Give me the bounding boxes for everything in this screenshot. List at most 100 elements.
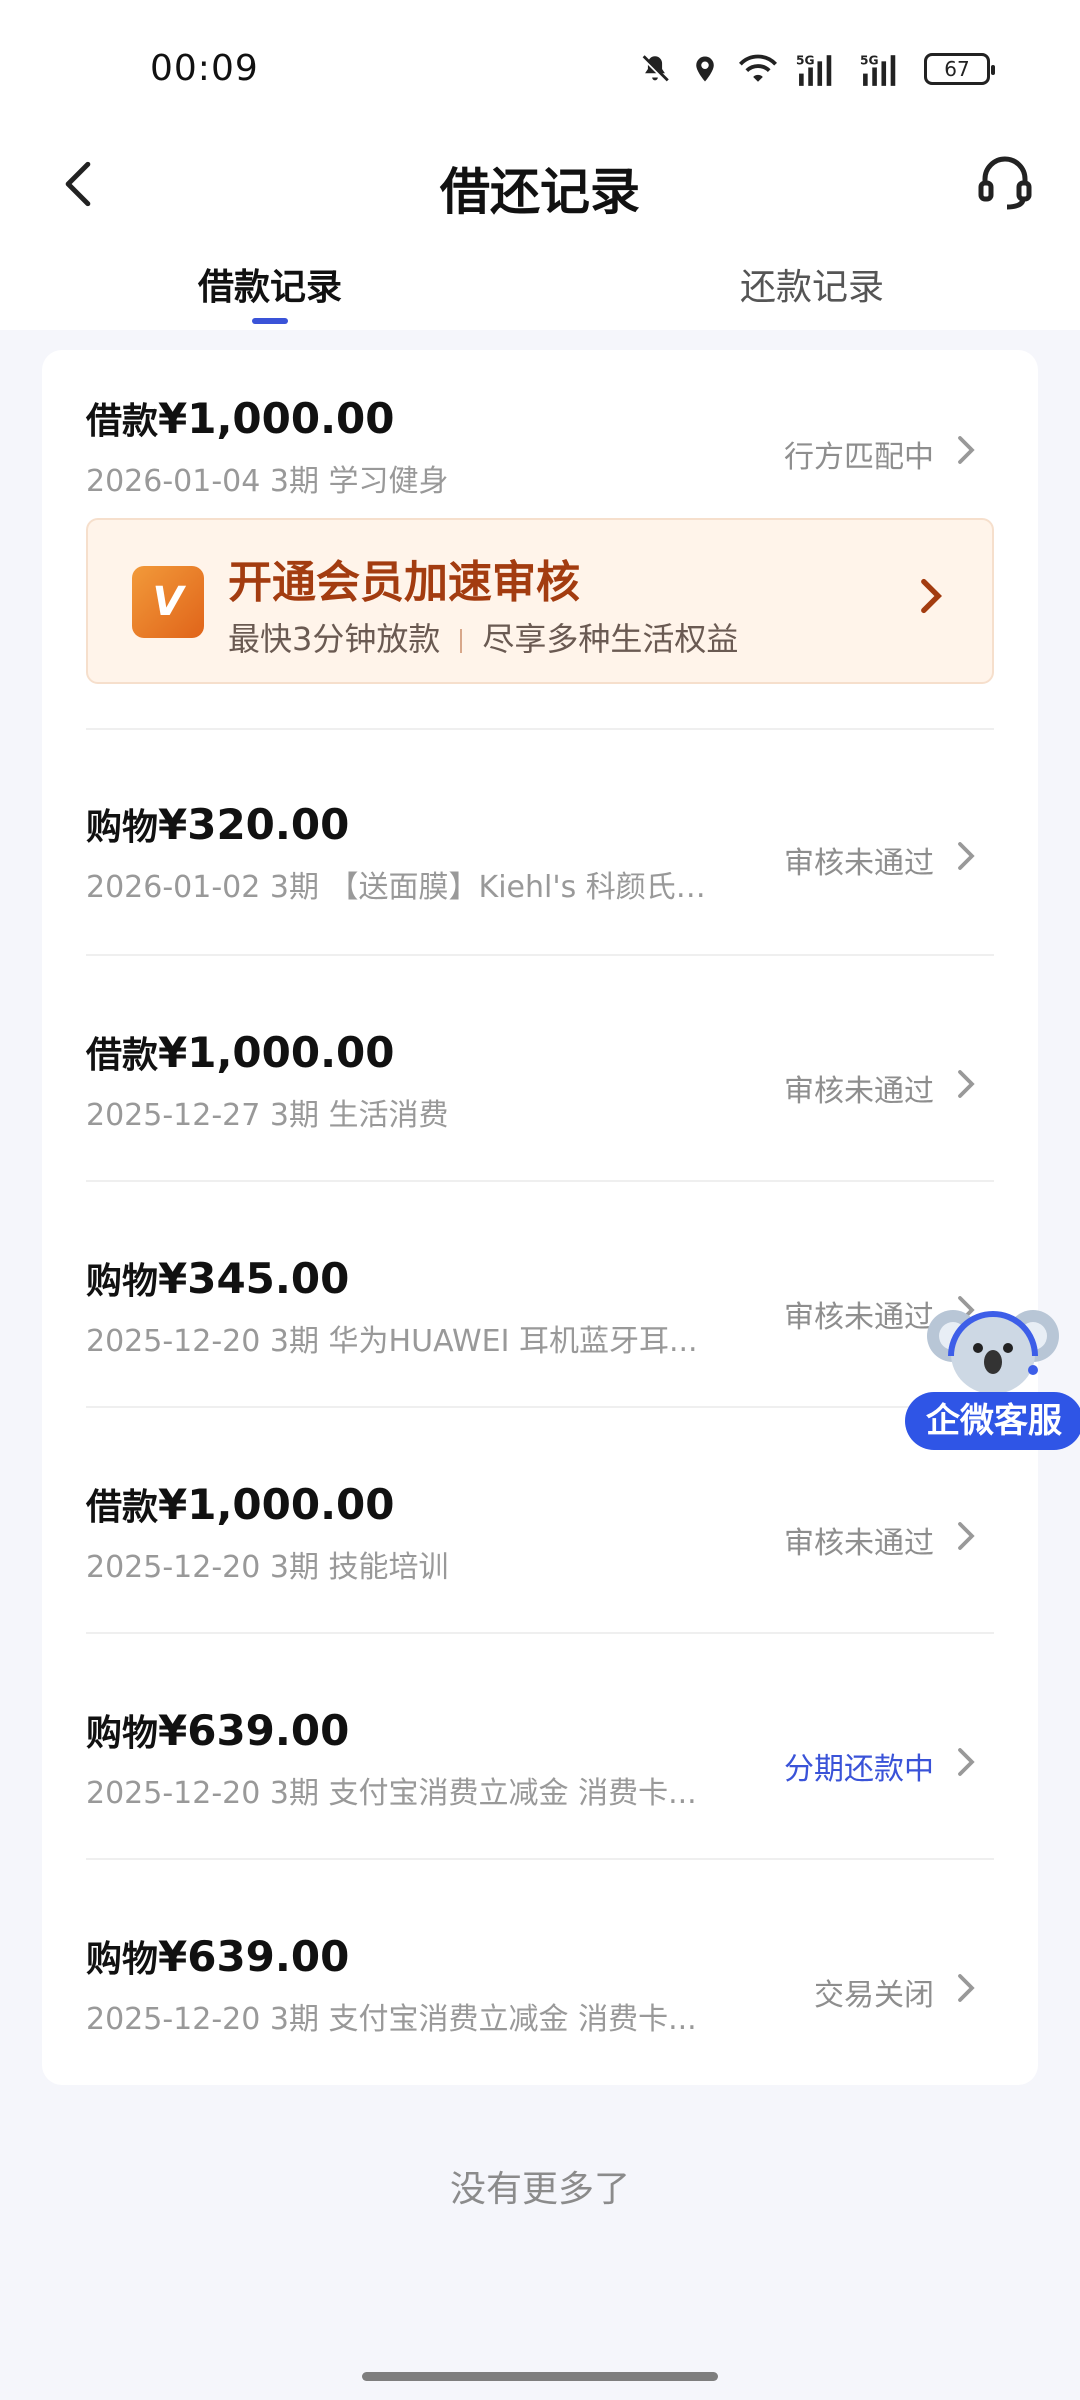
koala-mascot-icon: [927, 1310, 1059, 1394]
status-bar: 00:09 5G 5G 67: [0, 0, 1080, 130]
wecom-service-fab[interactable]: 企微客服: [905, 1300, 1080, 1460]
vip-subtitle: 最快3分钟放款 尽享多种生活权益: [228, 614, 738, 660]
record-term: 3期: [269, 870, 319, 905]
record-status: 审核未通过: [784, 1074, 934, 1109]
record-desc: 华为HUAWEI 耳机蓝牙耳...: [328, 1324, 698, 1359]
records-card: 借款¥1,000.00 2026-01-04 3期 学习健身 行方匹配中 V 开…: [42, 350, 1038, 2085]
record-desc: 支付宝消费立减金 消费卡...: [328, 2002, 697, 2037]
wifi-icon: [738, 54, 778, 82]
record-desc: 生活消费: [328, 1098, 449, 1133]
battery-icon: 67: [924, 53, 995, 85]
signal-5g-icon: 5G: [796, 53, 832, 86]
mute-bell-icon: [640, 54, 670, 84]
record-item[interactable]: 借款¥1,000.00 2025-12-27 3期 生活消费 审核未通过: [86, 1026, 994, 1136]
record-amount: ¥1,000.00: [158, 1028, 395, 1077]
record-title: 购物¥320.00: [86, 798, 349, 850]
record-title: 借款¥1,000.00: [86, 1026, 395, 1078]
vip-promo-banner[interactable]: V 开通会员加速审核 最快3分钟放款 尽享多种生活权益: [86, 518, 994, 684]
chevron-right-icon: [946, 1740, 986, 1784]
record-type: 借款: [86, 1035, 159, 1076]
chevron-right-icon: [920, 578, 943, 618]
divider: [86, 1180, 994, 1182]
record-type: 购物: [86, 807, 159, 848]
no-more-text: 没有更多了: [449, 2169, 630, 2210]
record-amount: ¥345.00: [158, 1254, 350, 1303]
svg-text:5G: 5G: [796, 53, 815, 67]
chevron-right-icon: [946, 834, 986, 878]
record-item[interactable]: 购物¥639.00 2025-12-20 3期 支付宝消费立减金 消费卡... …: [86, 1704, 994, 1814]
status-icons: 5G 5G 67: [638, 52, 995, 86]
record-subtitle: 2025-12-27 3期 生活消费: [86, 1090, 706, 1134]
record-title: 借款¥1,000.00: [86, 1478, 395, 1530]
home-indicator[interactable]: [362, 2372, 718, 2381]
tab-active-indicator: [252, 318, 288, 324]
divider: [86, 1858, 994, 1860]
chevron-right-icon: [946, 1514, 986, 1558]
divider: [86, 1406, 994, 1408]
nav-bar: 借还记录: [0, 130, 1080, 240]
record-title: 借款¥1,000.00: [86, 392, 395, 444]
record-amount: ¥639.00: [158, 1706, 350, 1755]
location-icon: [696, 56, 714, 82]
record-term: 3期: [269, 464, 319, 499]
signal-5g-icon: 5G: [860, 53, 896, 86]
vip-sub-left: 最快3分钟放款: [228, 620, 441, 658]
record-term: 3期: [269, 1776, 319, 1811]
record-date: 2025-12-27: [86, 1098, 261, 1133]
page-title: 借还记录: [440, 163, 640, 221]
record-desc: 支付宝消费立减金 消费卡...: [328, 1776, 697, 1811]
record-status: 交易关闭: [814, 1978, 934, 2013]
divider: [86, 954, 994, 956]
record-item[interactable]: 借款¥1,000.00 2025-12-20 3期 技能培训 审核未通过: [86, 1478, 994, 1588]
chevron-right-icon: [946, 1966, 986, 2010]
record-title: 购物¥639.00: [86, 1704, 349, 1756]
headset-icon: [978, 156, 1032, 210]
record-title: 购物¥639.00: [86, 1930, 349, 1982]
record-desc: 学习健身: [328, 464, 449, 499]
record-term: 3期: [269, 1098, 319, 1133]
customer-service-button[interactable]: [970, 148, 1040, 218]
vip-sub-right: 尽享多种生活权益: [482, 620, 739, 658]
chevron-right-icon: [946, 428, 986, 472]
record-type: 购物: [86, 1939, 159, 1980]
svg-text:5G: 5G: [860, 53, 879, 67]
chevron-right-icon: [946, 1062, 986, 1106]
record-subtitle: 2026-01-02 3期 【送面膜】Kiehl's 科颜氏 ...: [86, 862, 706, 906]
record-desc: 技能培训: [328, 1550, 449, 1585]
status-time: 00:09: [150, 48, 259, 89]
record-tabs: 借款记录 还款记录: [0, 240, 1080, 330]
record-date: 2026-01-04: [86, 464, 261, 499]
record-title: 购物¥345.00: [86, 1252, 349, 1304]
tab-repay-records[interactable]: 还款记录: [740, 258, 884, 310]
record-amount: ¥1,000.00: [158, 394, 395, 443]
record-status: 审核未通过: [784, 1526, 934, 1561]
record-subtitle: 2025-12-20 3期 华为HUAWEI 耳机蓝牙耳...: [86, 1316, 706, 1360]
record-item[interactable]: 购物¥639.00 2025-12-20 3期 支付宝消费立减金 消费卡... …: [86, 1930, 994, 2040]
record-term: 3期: [269, 2002, 319, 2037]
record-subtitle: 2025-12-20 3期 支付宝消费立减金 消费卡...: [86, 1768, 706, 1812]
battery-level: 67: [944, 57, 970, 81]
tab-borrow-records[interactable]: 借款记录: [198, 258, 342, 310]
record-status: 分期还款中: [784, 1752, 934, 1787]
record-amount: ¥320.00: [158, 800, 350, 849]
record-amount: ¥639.00: [158, 1932, 350, 1981]
record-item[interactable]: 购物¥345.00 2025-12-20 3期 华为HUAWEI 耳机蓝牙耳..…: [86, 1252, 994, 1362]
record-date: 2026-01-02: [86, 870, 261, 905]
record-amount: ¥1,000.00: [158, 1480, 395, 1529]
divider: [86, 728, 994, 730]
vip-separator: [460, 629, 463, 653]
record-date: 2025-12-20: [86, 2002, 261, 2037]
record-desc: 【送面膜】Kiehl's 科颜氏 ...: [328, 870, 706, 905]
record-term: 3期: [269, 1324, 319, 1359]
vip-title: 开通会员加速审核: [228, 557, 580, 608]
record-item[interactable]: 借款¥1,000.00 2026-01-04 3期 学习健身 行方匹配中: [86, 392, 994, 502]
record-status: 审核未通过: [784, 846, 934, 881]
record-type: 购物: [86, 1713, 159, 1754]
record-date: 2025-12-20: [86, 1550, 261, 1585]
vip-logo-text: V: [152, 579, 184, 625]
vip-logo-icon: V: [132, 566, 204, 638]
record-item[interactable]: 购物¥320.00 2026-01-02 3期 【送面膜】Kiehl's 科颜氏…: [86, 798, 994, 908]
record-date: 2025-12-20: [86, 1324, 261, 1359]
divider: [86, 1632, 994, 1634]
record-subtitle: 2025-12-20 3期 支付宝消费立减金 消费卡...: [86, 1994, 706, 2038]
